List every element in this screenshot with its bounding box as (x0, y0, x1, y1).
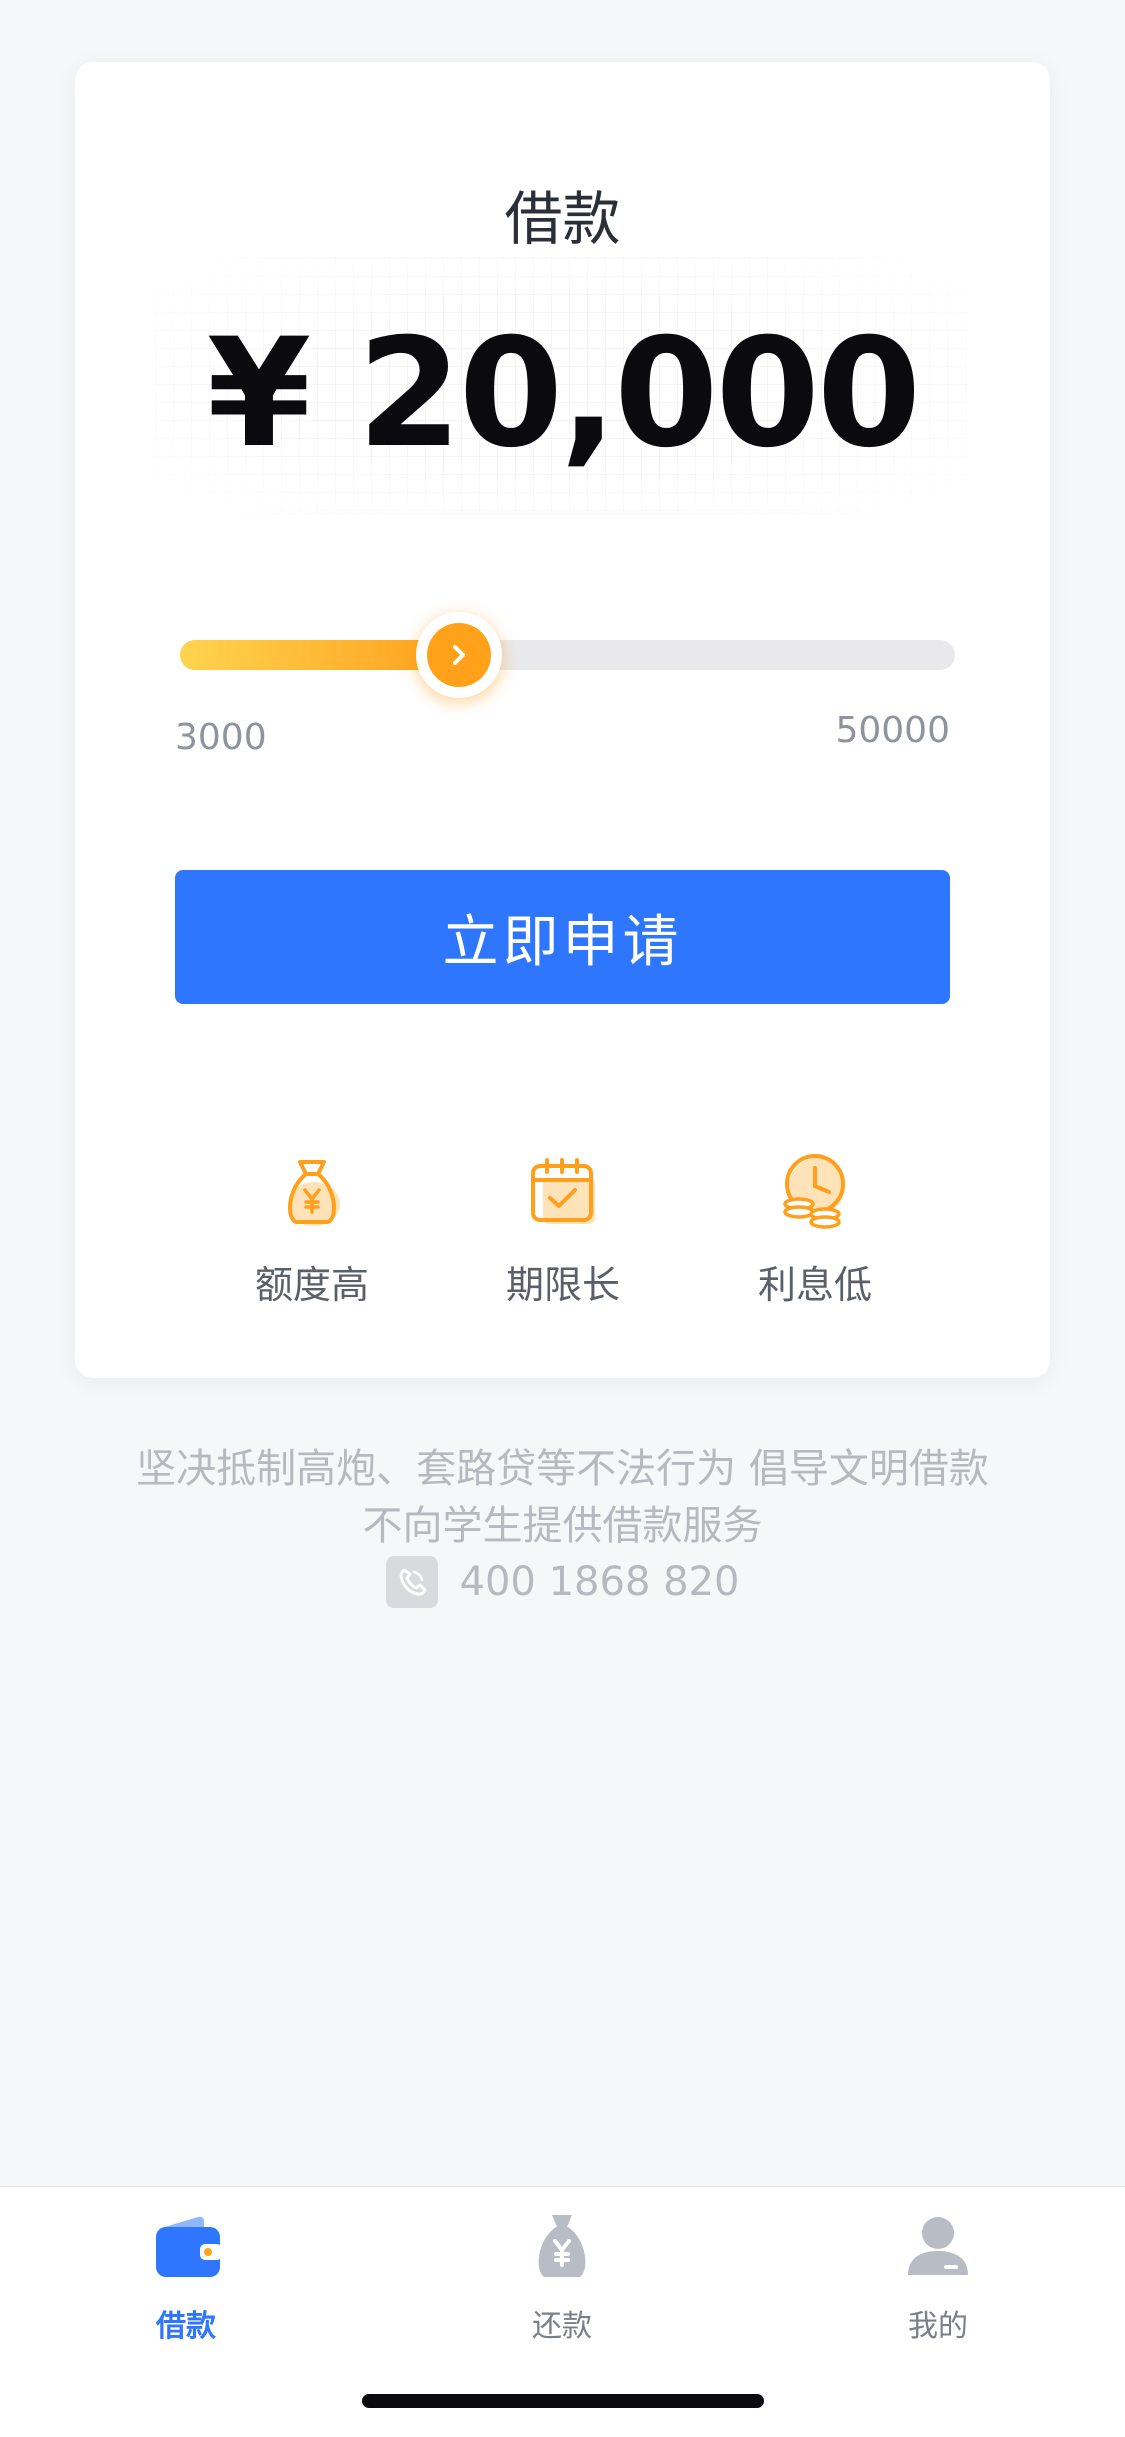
chevron-right-icon (453, 645, 465, 665)
feature-label: 额度高 (254, 1263, 369, 1307)
loan-card: 借款 ¥ 20,000 3000 50000 立即申请 额度高 期限长 利息低 (75, 62, 1050, 1378)
tab-loan[interactable]: 借款 (86, 2207, 286, 2345)
user-icon (908, 2217, 968, 2275)
notice-line-1: 坚决抵制高炮、套路贷等不法行为 倡导文明借款 (136, 1446, 989, 1492)
tab-label: 借款 (156, 2309, 216, 2344)
slider-max-label: 50000 (835, 710, 950, 751)
service-phone[interactable]: 400 1868 820 (0, 1556, 1125, 1608)
calendar-icon (531, 1158, 595, 1224)
feature-label: 期限长 (505, 1263, 620, 1307)
apply-now-button[interactable]: 立即申请 (175, 870, 950, 1004)
tab-repay[interactable]: 还款 (462, 2207, 662, 2345)
money-bag-icon (538, 2215, 586, 2277)
feature-low-interest: 利息低 (695, 1152, 935, 1309)
feature-high-limit: 额度高 (192, 1152, 432, 1309)
page-title: 借款 (504, 185, 621, 253)
tab-mine[interactable]: 我的 (838, 2207, 1038, 2345)
notice-line-2: 不向学生提供借款服务 (362, 1503, 763, 1549)
phone-icon (385, 1556, 438, 1608)
money-bag-icon (288, 1160, 340, 1226)
home-indicator (362, 2394, 764, 2408)
feature-long-term: 期限长 (443, 1152, 683, 1309)
tab-label: 我的 (908, 2309, 968, 2344)
slider-min-label: 3000 (175, 717, 267, 758)
loan-amount: ¥ 20,000 (206, 307, 921, 481)
wallet-icon (156, 2216, 222, 2277)
feature-label: 利息低 (757, 1263, 872, 1307)
amount-slider-track[interactable] (180, 640, 955, 670)
phone-number: 400 1868 820 (459, 1559, 740, 1605)
tab-label: 还款 (532, 2309, 592, 2344)
amount-slider-handle[interactable] (416, 612, 502, 698)
clock-coins-icon (783, 1154, 845, 1229)
